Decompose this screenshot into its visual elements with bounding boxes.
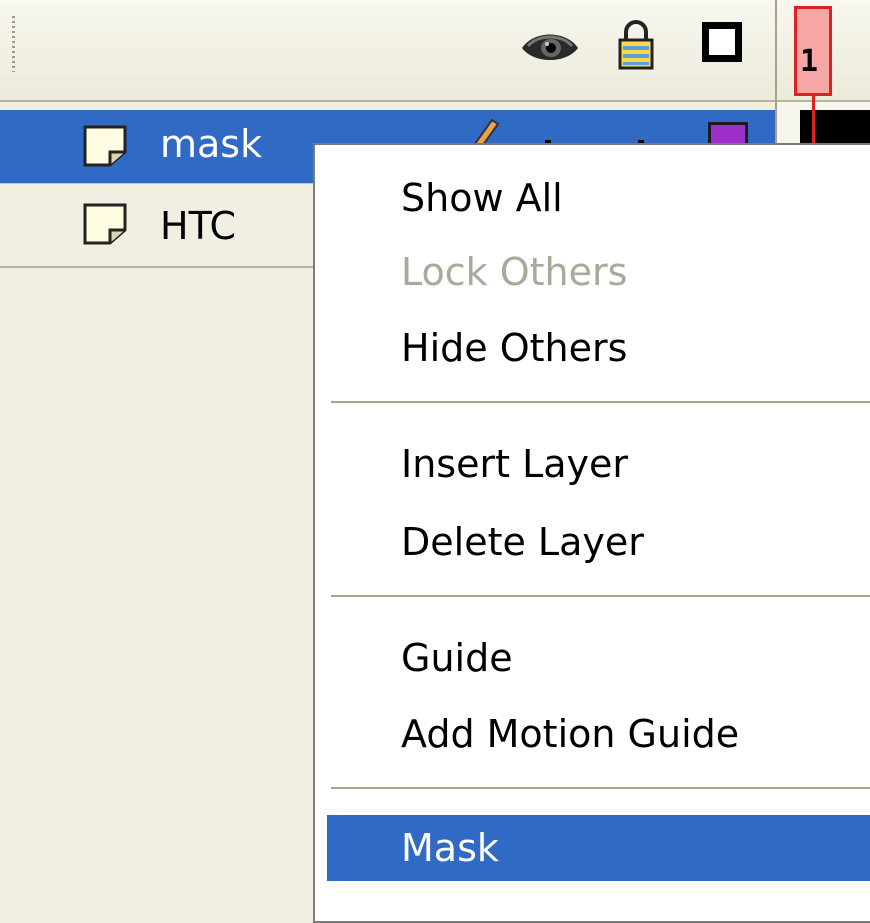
menu-item-delete-layer[interactable]: Delete Layer: [327, 509, 870, 575]
keyframe-cell[interactable]: [800, 110, 870, 146]
layer-name[interactable]: mask: [160, 122, 262, 166]
menu-item-add-motion-guide[interactable]: Add Motion Guide: [327, 701, 870, 767]
menu-separator: [331, 595, 870, 599]
timeline-header: [0, 0, 775, 102]
menu-separator: [331, 401, 870, 405]
menu-item-show-all[interactable]: Show All: [327, 165, 870, 231]
layer-context-menu: Show All Lock Others Hide Others Insert …: [313, 143, 870, 923]
layer-name[interactable]: HTC: [160, 204, 236, 248]
outline-toggle-icon[interactable]: [702, 22, 742, 62]
eye-icon[interactable]: [520, 24, 580, 66]
playhead-frame-number[interactable]: 1: [794, 6, 832, 96]
menu-item-insert-layer[interactable]: Insert Layer: [327, 431, 870, 497]
menu-item-mask[interactable]: Mask: [327, 815, 870, 881]
menu-separator: [331, 787, 870, 791]
menu-item-guide[interactable]: Guide: [327, 625, 870, 691]
layer-page-icon: [83, 125, 127, 167]
lock-icon[interactable]: [615, 18, 657, 70]
panel-grip[interactable]: [12, 16, 15, 72]
menu-item-hide-others[interactable]: Hide Others: [327, 315, 870, 381]
layer-page-icon: [83, 203, 127, 245]
menu-item-lock-others: Lock Others: [401, 250, 628, 294]
